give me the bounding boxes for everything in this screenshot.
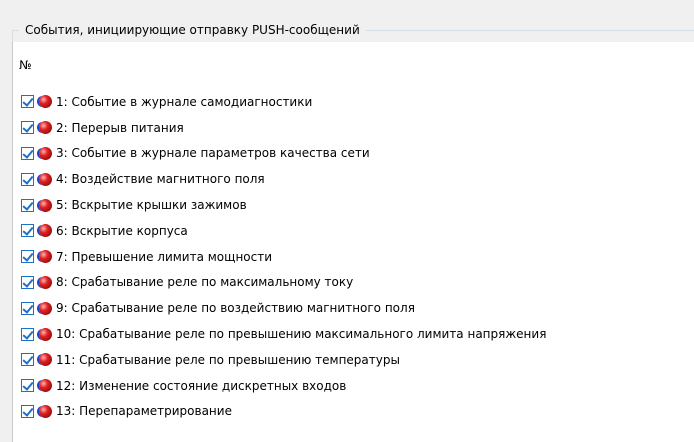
event-label: 2: Перерыв питания [56,120,184,135]
red-blue-ball-icon [39,301,52,315]
red-blue-ball-icon [39,327,52,341]
checkbox-checked-icon[interactable] [21,404,34,418]
list-item-event-1[interactable]: 1: Событие в журнале самодиагностики [21,89,546,115]
checkbox-checked-icon[interactable] [21,379,34,393]
list-item-event-7[interactable]: 7: Превышение лимита мощности [21,244,546,270]
checkbox-checked-icon[interactable] [21,353,34,367]
event-label: 1: Событие в журнале самодиагностики [56,94,313,109]
list-item-event-11[interactable]: 11: Срабатывание реле по превышению темп… [21,347,546,373]
red-blue-ball-icon [39,353,52,367]
red-blue-ball-icon [39,404,52,418]
red-blue-ball-icon [39,275,52,289]
event-label: 3: Событие в журнале параметров качества… [56,146,370,161]
event-label: 5: Вскрытие крышки зажимов [56,198,247,213]
groupbox-title: События, инициирующие отправку PUSH-сооб… [19,22,366,38]
event-label: 12: Изменение состояние дискретных входо… [56,378,347,393]
checkbox-checked-icon[interactable] [21,301,34,315]
checkbox-checked-icon[interactable] [21,121,34,135]
list-item-event-3[interactable]: 3: Событие в журнале параметров качества… [21,141,546,167]
checkbox-checked-icon[interactable] [21,198,34,212]
checkbox-checked-icon[interactable] [21,327,34,341]
red-blue-ball-icon [39,172,52,186]
checkbox-checked-icon[interactable] [21,172,34,186]
event-label: 10: Срабатывание реле по превышению макс… [56,327,547,342]
checkbox-checked-icon[interactable] [21,224,34,238]
event-label: 11: Срабатывание реле по превышению темп… [56,352,400,367]
list-item-event-13[interactable]: 13: Перепараметрирование [21,399,546,425]
event-label: 8: Срабатывание реле по максимальному то… [56,275,354,290]
red-blue-ball-icon [39,95,52,109]
list-item-event-10[interactable]: 10: Срабатывание реле по превышению макс… [21,321,546,347]
column-header-number[interactable]: № [19,57,31,73]
event-label: 6: Вскрытие корпуса [56,223,188,238]
events-list: 1: Событие в журнале самодиагностики 2: … [21,89,546,424]
red-blue-ball-icon [39,198,52,212]
checkbox-checked-icon[interactable] [21,95,34,109]
red-blue-ball-icon [39,146,52,160]
list-item-event-6[interactable]: 6: Вскрытие корпуса [21,218,546,244]
checkbox-checked-icon[interactable] [21,275,34,289]
event-label: 13: Перепараметрирование [56,404,232,419]
red-blue-ball-icon [39,121,52,135]
checkbox-checked-icon[interactable] [21,146,34,160]
list-item-event-12[interactable]: 12: Изменение состояние дискретных входо… [21,373,546,399]
list-item-event-8[interactable]: 8: Срабатывание реле по максимальному то… [21,270,546,296]
event-label: 7: Превышение лимита мощности [56,249,273,264]
list-item-event-4[interactable]: 4: Воздействие магнитного поля [21,166,546,192]
list-item-event-2[interactable]: 2: Перерыв питания [21,115,546,141]
event-label: 4: Воздействие магнитного поля [56,172,265,187]
checkbox-checked-icon[interactable] [21,250,34,264]
list-item-event-5[interactable]: 5: Вскрытие крышки зажимов [21,192,546,218]
red-blue-ball-icon [39,224,52,238]
list-item-event-9[interactable]: 9: Срабатывание реле по воздействию магн… [21,295,546,321]
event-label: 9: Срабатывание реле по воздействию магн… [56,301,415,316]
red-blue-ball-icon [39,250,52,264]
red-blue-ball-icon [39,379,52,393]
